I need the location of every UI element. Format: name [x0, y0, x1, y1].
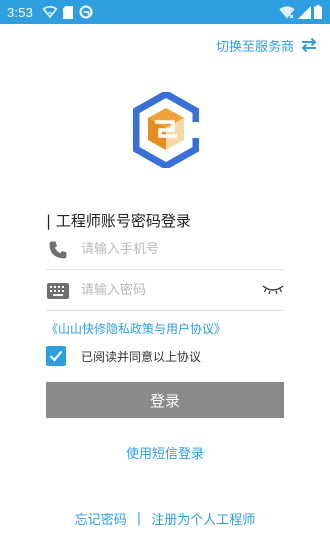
forgot-password-link[interactable]: 忘记密码 [75, 509, 127, 528]
keyboard-icon [46, 279, 70, 303]
sim-card-icon [63, 5, 74, 19]
footer-links: 忘记密码 | 注册为个人工程师 [0, 509, 330, 528]
app-notification-icon [79, 5, 93, 19]
wifi-icon [279, 5, 295, 18]
password-input[interactable] [81, 283, 251, 298]
password-field-row [46, 271, 284, 311]
agree-text: 已阅读并同意以上协议 [81, 349, 202, 364]
status-left-icons [43, 5, 93, 19]
login-button[interactable]: 登录 [46, 382, 284, 418]
agree-checkbox[interactable] [46, 346, 66, 366]
sms-login-link[interactable]: 使用短信登录 [0, 443, 330, 462]
swap-arrows-icon [301, 37, 317, 53]
app-logo [133, 92, 199, 168]
register-engineer-link[interactable]: 注册为个人工程师 [151, 509, 255, 528]
checkmark-icon [49, 350, 63, 362]
phone-input[interactable] [81, 242, 251, 257]
cellular-signal-icon [298, 5, 311, 19]
login-title: | 工程师账号密码登录 [46, 212, 191, 230]
phone-icon [46, 238, 70, 262]
battery-icon [314, 5, 322, 19]
phone-field-row [46, 230, 284, 270]
status-bar: 3:53 [0, 0, 330, 24]
eye-closed-icon[interactable] [262, 284, 284, 296]
switch-provider-label: 切换至服务商 [215, 39, 294, 55]
privacy-policy-link[interactable]: 《山山快修隐私政策与用户协议》 [46, 320, 226, 337]
wifi-calling-icon [43, 6, 58, 18]
switch-provider-button[interactable]: 切换至服务商 [216, 34, 318, 56]
agreement-row: 已阅读并同意以上协议 [46, 345, 201, 367]
footer-separator: | [136, 511, 142, 526]
status-right-icons [279, 5, 322, 19]
status-time: 3:53 [7, 4, 34, 20]
